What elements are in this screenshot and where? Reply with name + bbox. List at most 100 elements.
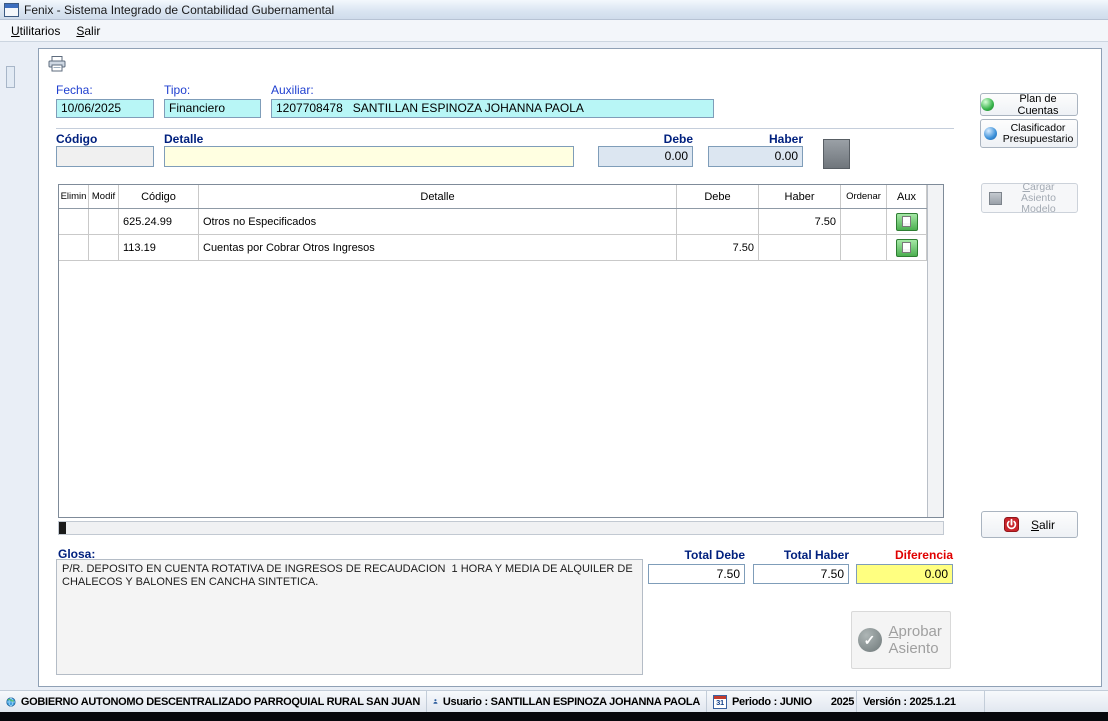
title-bar: Fenix - Sistema Integrado de Contabilida…	[0, 0, 1108, 20]
cell-debe	[677, 209, 759, 234]
glosa-textarea[interactable]: P/R. DEPOSITO EN CUENTA ROTATIVA DE INGR…	[56, 559, 643, 675]
plan-de-cuentas-button[interactable]: Plan de Cuentas	[980, 92, 1078, 117]
grid-vertical-scrollbar[interactable]	[927, 185, 943, 517]
power-icon	[1003, 517, 1019, 532]
document-icon	[902, 242, 911, 253]
aux-button[interactable]	[895, 212, 918, 231]
header-ordenar: Ordenar	[841, 185, 887, 208]
auxiliar-label: Auxiliar:	[271, 83, 314, 97]
fecha-label: Fecha:	[56, 83, 93, 97]
cell-codigo: 625.24.99	[119, 209, 199, 234]
grid-body: Elimin Modif Código Detalle Debe Haber O…	[59, 185, 927, 261]
left-splitter[interactable]	[6, 66, 15, 88]
cell-detalle: Cuentas por Cobrar Otros Ingresos	[199, 235, 677, 260]
tipo-input[interactable]: Financiero	[164, 99, 261, 118]
document-icon	[902, 216, 911, 227]
entry-action-button[interactable]	[823, 139, 850, 169]
cargar-asiento-modelo-button[interactable]: Cargar Asiento Modelo	[981, 180, 1078, 215]
codigo-column-label: Código	[56, 132, 98, 146]
main-panel: Fecha: Tipo: Auxiliar: 10/06/2025 Financ…	[38, 48, 1102, 687]
aprobar-asiento-label: Aprobar Asiento	[888, 623, 942, 657]
header-debe: Debe	[677, 185, 759, 208]
cell-aux	[887, 209, 927, 234]
grid-header-row: Elimin Modif Código Detalle Debe Haber O…	[59, 185, 927, 209]
header-modificar: Modif	[89, 185, 119, 208]
cell-eliminar[interactable]	[59, 235, 89, 260]
print-button[interactable]	[45, 54, 69, 74]
cargar-asiento-label: Cargar Asiento Modelo	[1020, 180, 1057, 215]
cell-modificar[interactable]	[89, 235, 119, 260]
total-haber-field: 7.50	[753, 564, 849, 584]
status-bar: GOBIERNO AUTONOMO DESCENTRALIZADO PARROQ…	[0, 690, 1108, 712]
status-filler	[985, 691, 1108, 712]
aprobar-asiento-button[interactable]: ✓ Aprobar Asiento	[851, 611, 951, 669]
header-haber: Haber	[759, 185, 841, 208]
version-text: Versión : 2025.1.21	[863, 695, 956, 708]
menu-utilitarios[interactable]: Utilitarios	[3, 21, 68, 41]
entidad-text: GOBIERNO AUTONOMO DESCENTRALIZADO PARROQ…	[20, 695, 420, 708]
cell-ordenar	[841, 235, 887, 260]
diferencia-label: Diferencia	[894, 548, 953, 562]
clasificador-label: Clasificador Presupuestario	[1002, 121, 1074, 145]
cell-eliminar[interactable]	[59, 209, 89, 234]
window-title: Fenix - Sistema Integrado de Contabilida…	[24, 2, 335, 17]
cell-haber	[759, 235, 841, 260]
detalle-input[interactable]	[164, 146, 574, 167]
gray-square-icon	[988, 191, 1002, 205]
status-entidad: GOBIERNO AUTONOMO DESCENTRALIZADO PARROQ…	[0, 691, 427, 712]
clasificador-presupuestario-button[interactable]: Clasificador Presupuestario	[980, 119, 1078, 148]
status-periodo: 31 Periodo : JUNIO 2025	[707, 691, 857, 712]
header-aux: Aux	[887, 185, 927, 208]
cell-detalle: Otros no Especificados	[199, 209, 677, 234]
periodo-text: Periodo : JUNIO	[732, 695, 812, 708]
plan-de-cuentas-label: Plan de Cuentas	[1017, 92, 1059, 117]
header-eliminar: Elimin	[59, 185, 89, 208]
cell-ordenar	[841, 209, 887, 234]
anio-text: 2025	[830, 695, 855, 708]
haber-input[interactable]: 0.00	[708, 146, 803, 167]
check-icon: ✓	[857, 628, 882, 652]
blue-sphere-icon	[984, 127, 997, 140]
total-haber-label: Total Haber	[783, 548, 849, 562]
calendar-day: 31	[716, 697, 724, 707]
cell-debe: 7.50	[677, 235, 759, 260]
aux-button[interactable]	[895, 238, 918, 257]
total-debe-label: Total Debe	[684, 548, 745, 562]
menu-salir[interactable]: Salir	[68, 21, 108, 41]
debe-input[interactable]: 0.00	[598, 146, 693, 167]
total-debe-field: 7.50	[648, 564, 745, 584]
green-sphere-icon	[981, 98, 994, 111]
table-row[interactable]: 625.24.99 Otros no Especificados 7.50	[59, 209, 927, 235]
globe-icon	[6, 696, 16, 707]
salir-button[interactable]: Salir	[981, 511, 1078, 538]
printer-icon	[48, 56, 66, 72]
user-icon	[433, 699, 438, 704]
haber-column-label: Haber	[768, 132, 803, 146]
codigo-input[interactable]	[56, 146, 154, 167]
menu-bar: Utilitarios Salir	[0, 20, 1108, 42]
asiento-grid: Elimin Modif Código Detalle Debe Haber O…	[58, 184, 944, 518]
salir-label: Salir	[1030, 517, 1056, 532]
separator-line	[56, 128, 954, 129]
app-window: Fenix - Sistema Integrado de Contabilida…	[0, 0, 1108, 721]
header-codigo: Código	[119, 185, 199, 208]
usuario-text: Usuario : SANTILLAN ESPINOZA JOHANNA PAO…	[442, 695, 700, 708]
cell-modificar[interactable]	[89, 209, 119, 234]
detalle-column-label: Detalle	[164, 132, 204, 146]
app-icon	[4, 2, 19, 17]
cell-haber: 7.50	[759, 209, 841, 234]
diferencia-field: 0.00	[856, 564, 953, 584]
calendar-icon: 31	[713, 694, 727, 709]
grid-horizontal-scrollbar[interactable]	[58, 521, 944, 535]
debe-column-label: Debe	[663, 132, 693, 146]
header-detalle: Detalle	[199, 185, 677, 208]
table-row[interactable]: 113.19 Cuentas por Cobrar Otros Ingresos…	[59, 235, 927, 261]
cell-codigo: 113.19	[119, 235, 199, 260]
status-usuario: Usuario : SANTILLAN ESPINOZA JOHANNA PAO…	[427, 691, 707, 712]
scrollbar-thumb[interactable]	[59, 522, 66, 534]
taskbar-edge	[0, 712, 1108, 721]
fecha-input[interactable]: 10/06/2025	[56, 99, 154, 118]
tipo-label: Tipo:	[164, 83, 191, 97]
cell-aux	[887, 235, 927, 260]
auxiliar-input[interactable]: 1207708478 SANTILLAN ESPINOZA JOHANNA PA…	[271, 99, 714, 118]
